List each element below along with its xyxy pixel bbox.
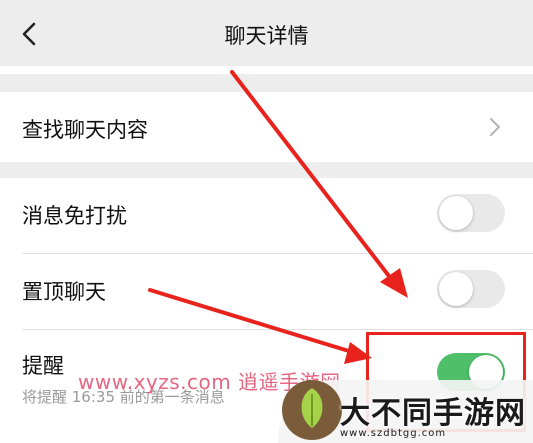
arrow-line-top: [230, 70, 394, 282]
arrow-line-bottom: [148, 288, 354, 354]
logo-title: 大不同手游网: [340, 396, 526, 431]
arrowhead-bottom: [344, 342, 372, 364]
logo-url: www.szdbtgg.com: [340, 428, 447, 439]
